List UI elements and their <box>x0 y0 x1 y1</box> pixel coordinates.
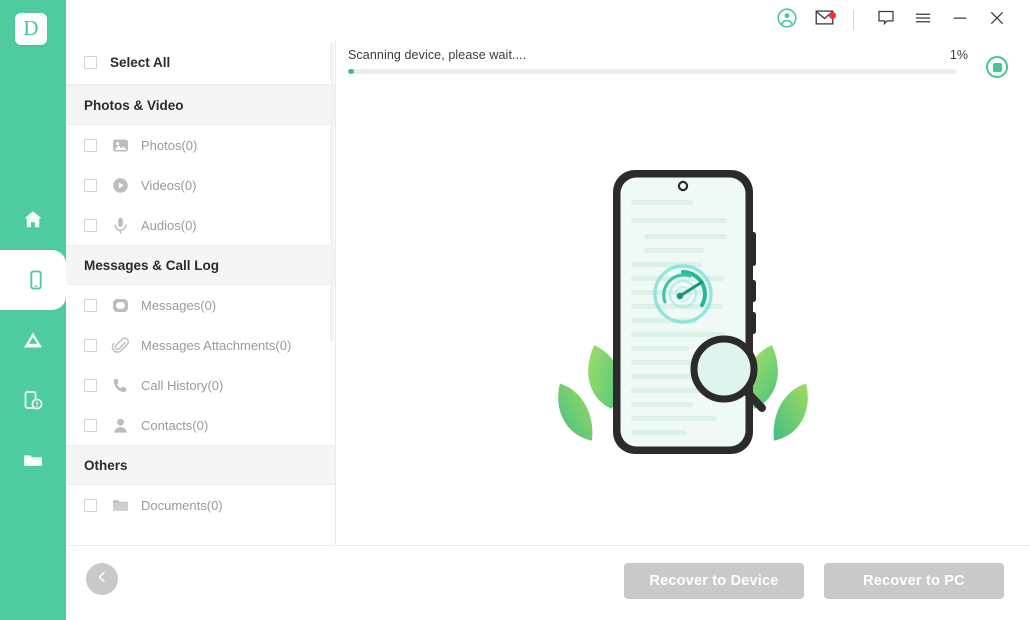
mail-notification-badge <box>828 11 836 19</box>
photo-icon <box>110 135 130 155</box>
footer-actions: Recover to Device Recover to PC <box>624 563 1004 599</box>
select-all-row[interactable]: Select All <box>66 40 335 85</box>
category-label: Photos(0) <box>141 137 198 153</box>
rail-item-phone-recovery[interactable] <box>0 250 66 310</box>
category-checkbox[interactable] <box>84 178 97 192</box>
category-label: Documents(0) <box>141 497 223 513</box>
mail-button[interactable] <box>809 7 839 33</box>
account-button[interactable] <box>772 7 802 33</box>
minimize-button[interactable] <box>945 7 975 33</box>
account-icon <box>776 7 798 34</box>
titlebar-divider <box>853 10 854 30</box>
feedback-button[interactable] <box>871 7 901 33</box>
category-checkbox[interactable] <box>84 378 97 392</box>
rail-item-home[interactable] <box>0 190 66 250</box>
menu-icon <box>913 8 933 33</box>
list-scrollbar[interactable] <box>330 42 334 342</box>
category-row[interactable]: Contacts(0) <box>66 405 335 445</box>
category-row[interactable]: Messages(0) <box>66 285 335 325</box>
video-icon <box>110 175 130 195</box>
left-nav-rail: D <box>0 0 66 620</box>
phone-repair-icon <box>21 388 45 412</box>
category-label: Call History(0) <box>141 377 224 393</box>
arrow-left-icon <box>93 568 111 591</box>
progress-fill <box>348 69 355 74</box>
scan-progress-bar: Scanning device, please wait.... 1% <box>336 40 1030 84</box>
category-label: Messages Attachments(0) <box>141 337 292 353</box>
minimize-icon <box>950 8 970 33</box>
recover-to-device-button[interactable]: Recover to Device <box>624 563 804 599</box>
category-row[interactable]: Documents(0) <box>66 485 335 525</box>
app-window: D Scanning device, please wait.... 1% Se… <box>0 0 1030 620</box>
category-row[interactable]: Audios(0) <box>66 205 335 245</box>
main-stage <box>336 84 1030 545</box>
title-bar <box>66 0 1030 40</box>
message-icon <box>110 295 130 315</box>
category-checkbox[interactable] <box>84 498 97 512</box>
attachment-icon <box>110 335 130 355</box>
window-bottom-edge <box>0 613 1030 620</box>
rail-item-files[interactable] <box>0 430 66 490</box>
stop-square-icon <box>992 62 1002 72</box>
document-folder-icon <box>110 495 130 515</box>
folder-icon <box>21 448 45 472</box>
select-all-label: Select All <box>110 54 171 70</box>
category-row[interactable]: Videos(0) <box>66 165 335 205</box>
section-header: Others <box>66 445 335 485</box>
rail-item-cloud-recovery[interactable] <box>0 310 66 370</box>
select-all-checkbox[interactable] <box>84 55 97 69</box>
audio-icon <box>110 215 130 235</box>
section-header: Messages & Call Log <box>66 245 335 285</box>
scanning-illustration <box>543 162 823 467</box>
close-icon <box>987 8 1007 33</box>
rail-item-system-repair[interactable] <box>0 370 66 430</box>
category-checkbox[interactable] <box>84 298 97 312</box>
category-list-panel: Select All Photos & Video Photos(0) Videos… <box>66 40 336 545</box>
category-row[interactable]: Photos(0) <box>66 125 335 165</box>
phone-call-icon <box>110 375 130 395</box>
category-row[interactable]: Messages Attachments(0) <box>66 325 335 365</box>
cloud-icon <box>21 328 45 352</box>
category-label: Contacts(0) <box>141 417 209 433</box>
category-label: Videos(0) <box>141 177 197 193</box>
category-label: Messages(0) <box>141 297 217 313</box>
contact-icon <box>110 415 130 435</box>
category-row[interactable]: Call History(0) <box>66 365 335 405</box>
app-logo: D <box>15 13 47 45</box>
recover-to-pc-button[interactable]: Recover to PC <box>824 563 1004 599</box>
category-sections: Photos & Video Photos(0) Videos(0) Audios(0… <box>66 85 335 525</box>
category-checkbox[interactable] <box>84 418 97 432</box>
back-button[interactable] <box>86 563 118 595</box>
close-button[interactable] <box>982 7 1012 33</box>
progress-track <box>348 69 956 74</box>
menu-button[interactable] <box>908 7 938 33</box>
footer-bar: Recover to Device Recover to PC <box>66 545 1030 613</box>
section-header: Photos & Video <box>66 85 335 125</box>
category-checkbox[interactable] <box>84 218 97 232</box>
scan-status-text: Scanning device, please wait.... <box>348 48 527 62</box>
scan-percent-label: 1% <box>949 48 968 62</box>
category-label: Audios(0) <box>141 217 197 233</box>
category-checkbox[interactable] <box>84 138 97 152</box>
phone-icon <box>24 268 48 292</box>
app-logo-letter: D <box>23 16 39 40</box>
stop-scan-button[interactable] <box>986 56 1008 78</box>
category-checkbox[interactable] <box>84 338 97 352</box>
home-icon <box>21 208 45 232</box>
feedback-icon <box>876 8 896 33</box>
